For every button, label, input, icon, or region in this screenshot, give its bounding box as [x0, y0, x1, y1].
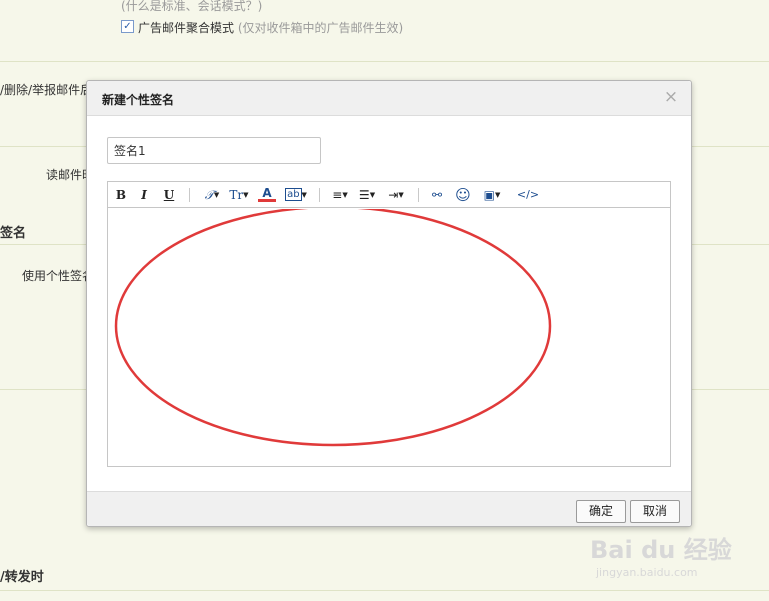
font-family-glyph: 𝒯 [204, 188, 214, 202]
source-code-icon[interactable]: </> [515, 186, 541, 204]
dialog-header: 新建个性签名 × [87, 81, 691, 116]
ad-merge-label: 广告邮件聚合模式 (仅对收件箱中的广告邮件生效) [138, 19, 403, 36]
indent-icon[interactable]: ⇥▼ [386, 186, 406, 204]
align-icon[interactable]: ≡▼ [330, 186, 350, 204]
divider [0, 61, 769, 62]
signature-content-area[interactable] [108, 209, 670, 466]
signature-section-heading: 签名 [0, 226, 27, 241]
italic-button[interactable]: I [137, 186, 151, 204]
chevron-down-icon: ▼ [213, 191, 220, 199]
text-color-icon[interactable]: A [258, 186, 276, 202]
editor-toolbar: B I U 𝒯▼ Tr▼ A ab ▼ ≡▼ ☰▼ ⇥▼ ⚯ ☺ ▣▼ </> [108, 182, 670, 208]
signature-name-input[interactable] [107, 137, 321, 164]
reply-forward-heading: /转发时 [0, 570, 44, 585]
cancel-button[interactable]: 取消 [630, 500, 680, 523]
list-glyph: ☰ [358, 188, 370, 202]
font-family-icon[interactable]: 𝒯▼ [202, 186, 222, 204]
chevron-down-icon: ▼ [243, 191, 249, 199]
ok-button[interactable]: 确定 [576, 500, 626, 523]
use-signature-label: 使用个性签名 [22, 269, 95, 283]
highlight-glyph: ab [285, 188, 302, 201]
font-size-glyph: Tr [229, 188, 244, 202]
list-icon[interactable]: ☰▼ [357, 186, 377, 204]
chevron-down-icon: ▼ [301, 191, 307, 199]
indent-glyph: ⇥ [388, 188, 399, 202]
image-glyph: ▣ [483, 188, 495, 202]
toolbar-separator [418, 188, 419, 202]
underline-button[interactable]: U [162, 186, 176, 204]
align-glyph: ≡ [332, 188, 343, 202]
chevron-down-icon: ▼ [369, 191, 376, 199]
new-signature-dialog: 新建个性签名 × B I U 𝒯▼ Tr▼ A ab▼ ≡▼ ☰▼ ⇥▼ ⚯ ☺… [86, 80, 692, 527]
toolbar-separator [189, 188, 190, 202]
dialog-title: 新建个性签名 [102, 93, 175, 107]
chevron-down-icon: ▼ [398, 191, 404, 199]
toolbar-separator [319, 188, 320, 202]
signature-editor: B I U 𝒯▼ Tr▼ A ab ▼ ≡▼ ☰▼ ⇥▼ ⚯ ☺ ▣▼ </> [107, 181, 671, 467]
chevron-down-icon: ▼ [342, 191, 348, 199]
dialog-footer: 确定 取消 [87, 491, 691, 526]
chevron-down-icon: ▼ [494, 191, 501, 199]
link-icon[interactable]: ⚯ [428, 186, 446, 204]
red-ellipse-annotation [114, 209, 552, 447]
bold-button[interactable]: B [114, 186, 128, 204]
close-icon[interactable]: × [663, 89, 679, 106]
ad-merge-hint: (仅对收件箱中的广告邮件生效) [237, 21, 404, 35]
ad-merge-checkbox[interactable]: ✓ [121, 20, 134, 33]
mode-help-hint[interactable]: (什么是标准、会话模式？) [121, 0, 262, 14]
emoji-icon[interactable]: ☺ [454, 186, 472, 204]
image-icon[interactable]: ▣▼ [480, 186, 504, 204]
font-size-icon[interactable]: Tr▼ [228, 186, 250, 204]
baidu-watermark-logo: Bai du 经验 [590, 536, 732, 564]
ad-merge-text: 广告邮件聚合模式 [138, 21, 235, 35]
divider [0, 590, 769, 591]
delete-report-label: /删除/举报邮件后 [0, 83, 93, 97]
highlight-color-icon[interactable]: ab ▼ [285, 186, 307, 204]
baidu-watermark-url: jingyan.baidu.com [596, 566, 698, 579]
